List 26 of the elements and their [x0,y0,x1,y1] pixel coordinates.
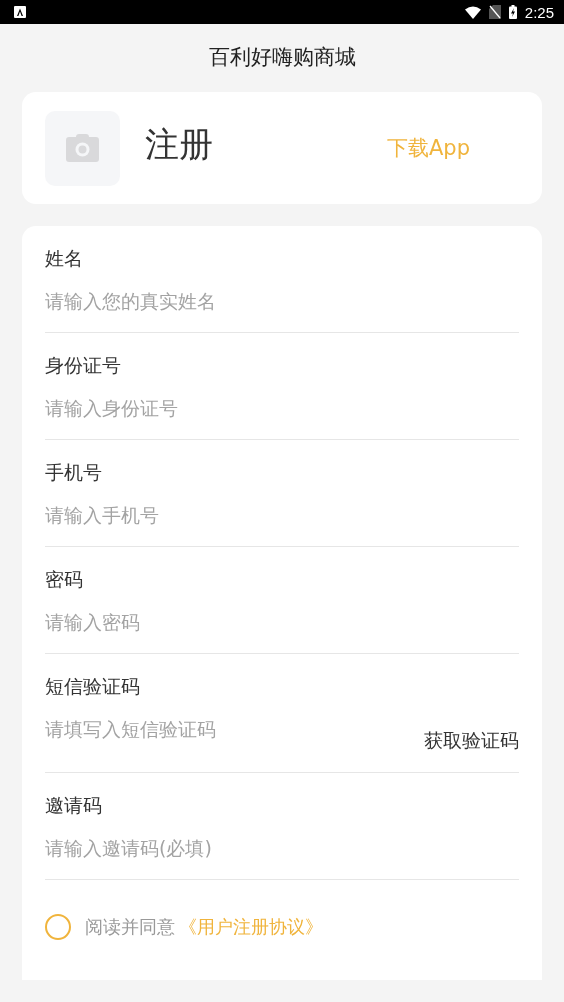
field-label: 短信验证码 [45,674,141,699]
page-title: 百利好嗨购商城 [208,44,356,71]
agree-checkbox[interactable] [45,914,71,940]
no-signal-icon [488,5,501,19]
field-label: 密码 [45,567,84,592]
status-time: 2:25 [524,3,554,21]
input-field[interactable]: 请输入密码 [45,607,519,637]
field-label: 身份证号 [45,353,122,378]
field-label: 邀请码 [45,793,103,818]
input-field[interactable]: 请输入手机号 [45,500,519,530]
notification-icon [14,6,26,18]
input-field[interactable]: 请输入您的真实姓名 [45,286,519,316]
download-app-link[interactable]: 下载App [386,134,470,162]
avatar-placeholder[interactable] [45,110,120,186]
field-label: 手机号 [45,460,103,485]
agreement-link[interactable]: 《用户注册协议》 [179,915,323,939]
input-field[interactable]: 请输入身份证号 [45,393,519,423]
camera-icon [66,134,99,162]
page-heading: 注册 [145,123,213,166]
battery-icon [508,5,517,19]
input-field[interactable]: 请输入邀请码(必填) [45,833,519,863]
field-label: 姓名 [45,246,84,271]
input-field[interactable]: 请填写入短信验证码 [45,714,424,744]
get-code-button[interactable]: 获取验证码 [424,726,519,756]
agree-text: 阅读并同意 [85,915,175,939]
wifi-icon [464,5,481,19]
